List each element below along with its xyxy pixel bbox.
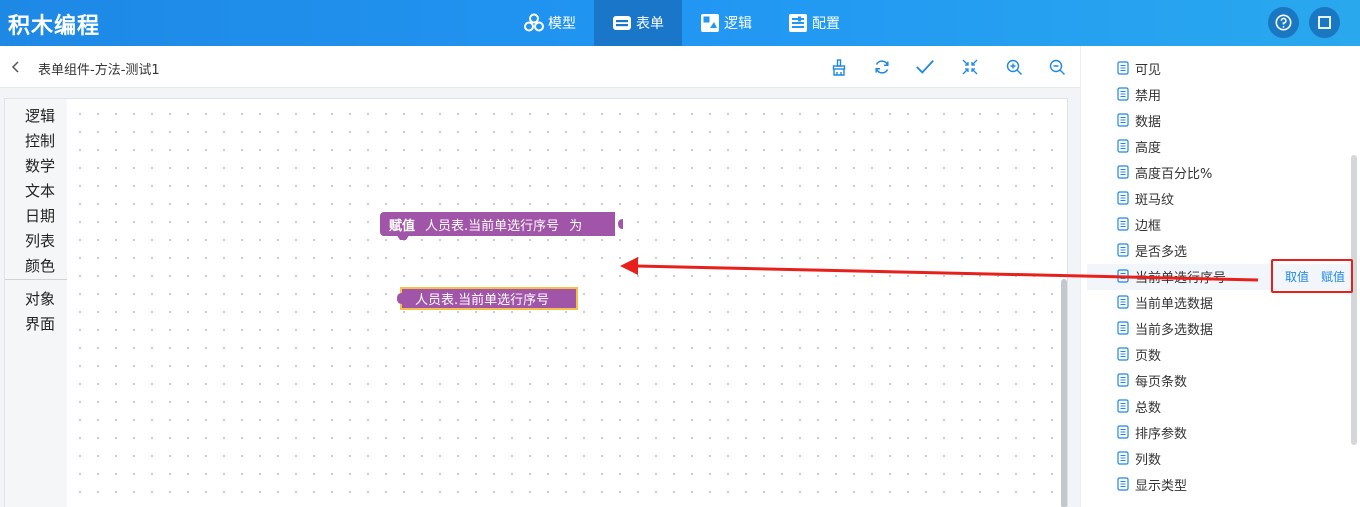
property-item[interactable]: 页数 [1117, 344, 1161, 364]
property-item[interactable]: 是否多选 [1117, 240, 1187, 260]
nav-tab-logic[interactable]: 逻辑 [682, 0, 770, 46]
form-icon [612, 13, 632, 33]
value-block-text: 人员表.当前单选行序号 [415, 293, 550, 308]
clean-icon[interactable] [829, 57, 849, 77]
document-icon [1117, 243, 1129, 257]
document-icon [1117, 321, 1129, 335]
zoom-in-icon[interactable] [1004, 57, 1024, 77]
property-panel-scrollbar[interactable] [1351, 155, 1357, 445]
category-logic[interactable]: 逻辑 [25, 105, 55, 126]
document-icon [1117, 165, 1129, 179]
document-icon [1117, 191, 1129, 205]
cubes-icon [524, 13, 544, 33]
config-icon [788, 13, 808, 33]
property-item[interactable]: 每页条数 [1117, 370, 1187, 390]
workspace-scrollbar[interactable] [1061, 279, 1067, 507]
assign-target: 人员表.当前单选行序号 [425, 218, 560, 234]
category-math[interactable]: 数学 [25, 155, 55, 176]
assign-block[interactable]: 赋值 人员表.当前单选行序号 为 [380, 212, 623, 236]
property-item[interactable]: 禁用 [1117, 84, 1161, 104]
editor-toolbar: 表单组件-方法-测试1 [0, 46, 1080, 88]
assign-suffix: 为 [569, 218, 583, 234]
property-item[interactable]: 斑马纹 [1117, 188, 1174, 208]
property-item[interactable]: 数据 [1117, 110, 1161, 130]
block-notch [396, 234, 410, 240]
block-input-socket [615, 212, 623, 236]
category-control[interactable]: 控制 [25, 130, 55, 151]
nav-tab-label: 表单 [636, 16, 664, 32]
help-icon[interactable] [1268, 7, 1299, 38]
value-block[interactable]: 人员表.当前单选行序号 [400, 287, 578, 310]
nav-tab-label: 逻辑 [724, 16, 752, 32]
back-arrow-icon[interactable] [9, 59, 23, 75]
document-icon [1117, 451, 1129, 465]
property-item[interactable]: 总数 [1117, 396, 1161, 416]
breadcrumb: 表单组件-方法-测试1 [38, 63, 160, 78]
refresh-icon[interactable] [872, 57, 892, 77]
nav-tab-label: 模型 [548, 16, 576, 32]
category-date[interactable]: 日期 [25, 205, 55, 226]
main-nav: 模型 表单 逻辑 配置 [506, 0, 858, 46]
document-icon [1117, 295, 1129, 309]
document-icon [1117, 113, 1129, 127]
document-icon [1117, 373, 1129, 387]
shrink-icon[interactable] [960, 57, 980, 77]
document-icon [1117, 269, 1129, 283]
document-icon [1117, 425, 1129, 439]
check-icon[interactable] [915, 57, 935, 77]
property-item[interactable]: 当前单选数据 [1117, 292, 1213, 312]
document-icon [1117, 139, 1129, 153]
property-item[interactable]: 当前多选数据 [1117, 318, 1213, 338]
property-item-selected[interactable]: 当前单选行序号 [1117, 266, 1226, 286]
assign-keyword: 赋值 [389, 218, 416, 234]
document-icon [1117, 399, 1129, 413]
zoom-out-icon[interactable] [1047, 57, 1067, 77]
document-icon [1117, 87, 1129, 101]
document-icon [1117, 61, 1129, 75]
property-item[interactable]: 可见 [1117, 58, 1161, 78]
block-output-tab [397, 289, 406, 308]
nav-tab-model[interactable]: 模型 [506, 0, 594, 46]
logic-icon [700, 13, 720, 33]
property-item[interactable]: 边框 [1117, 214, 1161, 234]
category-divider [5, 279, 67, 280]
document-icon [1117, 477, 1129, 491]
block-category-panel: 逻辑 控制 数学 文本 日期 列表 颜色 对象 界面 [5, 99, 67, 507]
category-object[interactable]: 对象 [25, 288, 55, 309]
app-title: 积木编程 [8, 14, 101, 39]
category-ui[interactable]: 界面 [25, 313, 55, 334]
nav-tab-config[interactable]: 配置 [770, 0, 858, 46]
app-header: 积木编程 模型 表单 逻辑 配置 [0, 0, 1360, 46]
nav-tab-label: 配置 [812, 16, 840, 32]
category-color[interactable]: 颜色 [25, 255, 55, 276]
property-item[interactable]: 显示类型 [1117, 474, 1187, 494]
highlight-box [1271, 259, 1353, 293]
nav-tab-form[interactable]: 表单 [594, 0, 682, 46]
property-item[interactable]: 高度 [1117, 136, 1161, 156]
property-item[interactable]: 高度百分比% [1117, 162, 1212, 182]
category-list[interactable]: 列表 [25, 230, 55, 251]
property-item[interactable]: 排序参数 [1117, 422, 1187, 442]
document-icon [1117, 347, 1129, 361]
square-icon[interactable] [1309, 7, 1340, 38]
category-text[interactable]: 文本 [25, 180, 55, 201]
document-icon [1117, 217, 1129, 231]
property-item[interactable]: 列数 [1117, 448, 1161, 468]
